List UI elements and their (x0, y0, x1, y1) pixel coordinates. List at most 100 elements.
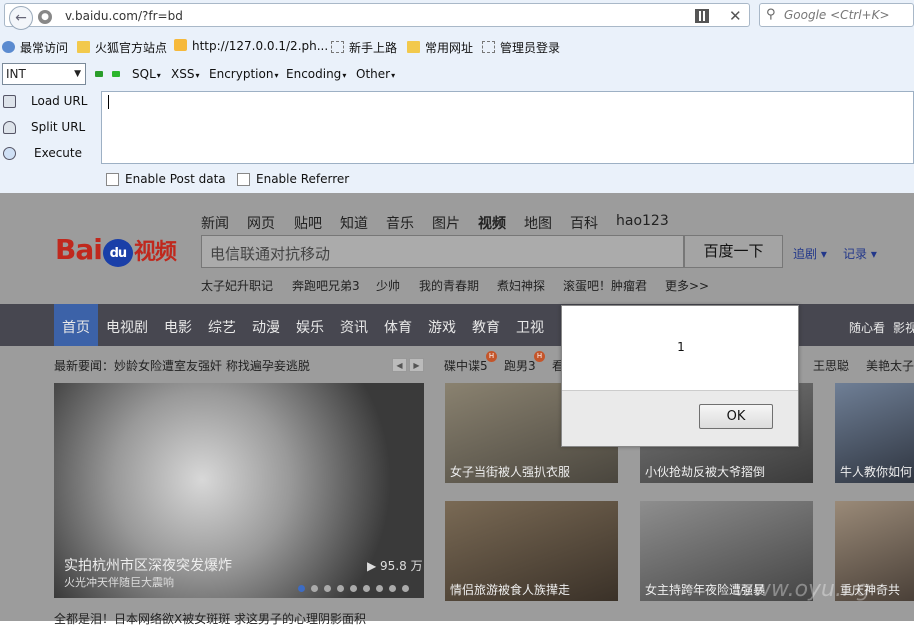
split-url-button[interactable]: Split URL (0, 116, 100, 140)
bookmark-common-sites[interactable]: 常用网址 (407, 39, 473, 56)
nav-map[interactable]: 地图 (524, 213, 552, 233)
menu-encryption[interactable]: Encryption▾ (209, 67, 278, 81)
chevron-left-icon[interactable]: ◀ (392, 358, 407, 372)
menu-label: SQL (132, 67, 156, 81)
url-text[interactable]: v.baidu.com/?fr=bd (65, 9, 183, 23)
news-link[interactable]: 全都是泪！日本网络欲X被女斑斑 求这男子的心理阴影面积 (54, 610, 366, 627)
channel-films[interactable]: 影视 (893, 319, 914, 336)
baidu-video-logo[interactable]: Bai du 视频 (55, 233, 177, 267)
channel-sports[interactable]: 体育 (384, 317, 412, 337)
featured-video[interactable]: 实拍杭州市区深夜突发爆炸 火光冲天伴随巨大震响 ▶ 95.8 万 (54, 383, 424, 598)
back-icon[interactable]: ← (9, 6, 33, 30)
thumbnail-caption: 情侣旅游被食人族撵走 (450, 583, 571, 597)
search-placeholder: Google <Ctrl+K> (784, 8, 890, 22)
channel-news[interactable]: 资讯 (340, 317, 368, 337)
hot-search-link[interactable]: 少帅 (376, 277, 400, 294)
rss-icon (174, 39, 187, 51)
channel-home[interactable]: 首页 (62, 317, 90, 337)
bookmark-label: 新手上路 (349, 41, 398, 55)
bookmark-label: 最常访问 (20, 41, 69, 55)
enable-referrer-checkbox[interactable] (237, 173, 250, 186)
hot-search-link[interactable]: 煮妇神探 (497, 277, 545, 294)
bookmark-most-visited[interactable]: 最常访问 (2, 39, 68, 56)
nav-images[interactable]: 图片 (432, 213, 460, 233)
watermark: www.oyu...g (735, 577, 870, 602)
carousel-dot[interactable] (324, 585, 331, 592)
execute-button[interactable]: Execute (0, 142, 100, 166)
video-thumbnail[interactable]: 情侣旅游被食人族撵走 (445, 501, 618, 601)
decrease-icon[interactable] (95, 71, 103, 77)
hot-search-link[interactable]: 我的青春期 (419, 277, 479, 294)
carousel-dot[interactable] (402, 585, 409, 592)
bookmark-admin-login[interactable]: 管理员登录 (482, 39, 560, 56)
carousel-dot[interactable] (337, 585, 344, 592)
trending-tab[interactable]: 王思聪 (813, 357, 849, 374)
nav-hao123[interactable]: hao123 (616, 213, 669, 229)
trending-tab[interactable]: 跑男3 (504, 357, 536, 374)
nav-video[interactable]: 视频 (478, 213, 506, 233)
ok-button[interactable]: OK (699, 404, 773, 429)
menu-encoding[interactable]: Encoding▾ (286, 67, 346, 81)
url-textarea[interactable] (101, 91, 914, 164)
nav-web[interactable]: 网页 (247, 213, 275, 233)
nav-news[interactable]: 新闻 (201, 213, 229, 233)
close-icon[interactable]: ✕ (729, 7, 742, 25)
type-select[interactable]: INT ▼ (2, 63, 86, 85)
bookmark-getting-started[interactable]: 新手上路 (331, 39, 397, 56)
carousel-dot[interactable] (311, 585, 318, 592)
channel-variety[interactable]: 综艺 (208, 317, 236, 337)
channel-satellite[interactable]: 卫视 (516, 317, 544, 337)
carousel-dot[interactable] (363, 585, 370, 592)
nav-tieba[interactable]: 贴吧 (294, 213, 322, 233)
headline-link[interactable]: 最新要闻：妙龄女险遭室友强奸 称找遍孕妾逃脱 (54, 357, 310, 374)
enable-post-checkbox[interactable] (106, 173, 119, 186)
carousel-dot[interactable] (298, 585, 305, 592)
play-count-icon: ▶ (367, 559, 381, 573)
history-link[interactable]: 记录 ▾ (843, 245, 877, 262)
hot-search-link[interactable]: 太子妃升职记 (201, 277, 273, 294)
follow-shows-link[interactable]: 追剧 ▾ (793, 245, 827, 262)
hot-badge: H (534, 351, 545, 362)
nav-music[interactable]: 音乐 (386, 213, 414, 233)
logo-text: Bai (55, 233, 103, 266)
carousel-dot[interactable] (389, 585, 396, 592)
logo-suffix: 视频 (133, 240, 177, 265)
channel-tv[interactable]: 电视剧 (106, 317, 148, 337)
hot-search-link[interactable]: 奔跑吧兄弟3 (292, 277, 360, 294)
bookmark-localhost[interactable]: http://127.0.0.1/2.ph... (174, 39, 328, 53)
search-bar[interactable]: ⚲ Google <Ctrl+K> (759, 3, 914, 27)
qr-code-icon[interactable] (695, 9, 709, 23)
channel-entertainment[interactable]: 娱乐 (296, 317, 324, 337)
search-button[interactable]: 百度一下 (684, 235, 783, 268)
more-link[interactable]: 更多>> (665, 277, 709, 294)
enable-post-label: Enable Post data (125, 172, 226, 186)
address-bar[interactable]: ← ● v.baidu.com/?fr=bd ✕ (4, 3, 750, 30)
menu-sql[interactable]: SQL▾ (132, 67, 161, 81)
chevron-down-icon: ▼ (74, 69, 81, 79)
channel-movie[interactable]: 电影 (164, 317, 192, 337)
increase-icon[interactable] (112, 71, 120, 77)
folder-icon (407, 41, 420, 53)
video-search-input[interactable]: 电信联通对抗移动 (201, 235, 684, 268)
channel-games[interactable]: 游戏 (428, 317, 456, 337)
hot-search-link[interactable]: 滚蛋吧！肿瘤君 (563, 277, 647, 294)
nav-zhidao[interactable]: 知道 (340, 213, 368, 233)
trending-tab[interactable]: 碟中谍5 (444, 357, 488, 374)
chevron-right-icon[interactable]: ▶ (409, 358, 424, 372)
channel-random[interactable]: 随心看 (849, 319, 885, 336)
bookmark-label: http://127.0.0.1/2.ph... (192, 39, 329, 53)
video-thumbnail[interactable]: 牛人教你如何 (835, 383, 914, 483)
channel-education[interactable]: 教育 (472, 317, 500, 337)
carousel-dot[interactable] (350, 585, 357, 592)
paw-icon: du (102, 239, 133, 267)
channel-anime[interactable]: 动漫 (252, 317, 280, 337)
browser-chrome: ← ● v.baidu.com/?fr=bd ✕ ⚲ Google <Ctrl+… (0, 0, 914, 193)
trending-tab[interactable]: 美艳太子 (866, 357, 914, 374)
load-url-button[interactable]: Load URL (0, 90, 100, 114)
menu-xss[interactable]: XSS▾ (171, 67, 199, 81)
bookmark-firefox[interactable]: 火狐官方站点 (77, 39, 167, 56)
globe-icon: ● (38, 10, 52, 24)
carousel-dot[interactable] (376, 585, 383, 592)
nav-baike[interactable]: 百科 (570, 213, 598, 233)
menu-other[interactable]: Other▾ (356, 67, 395, 81)
